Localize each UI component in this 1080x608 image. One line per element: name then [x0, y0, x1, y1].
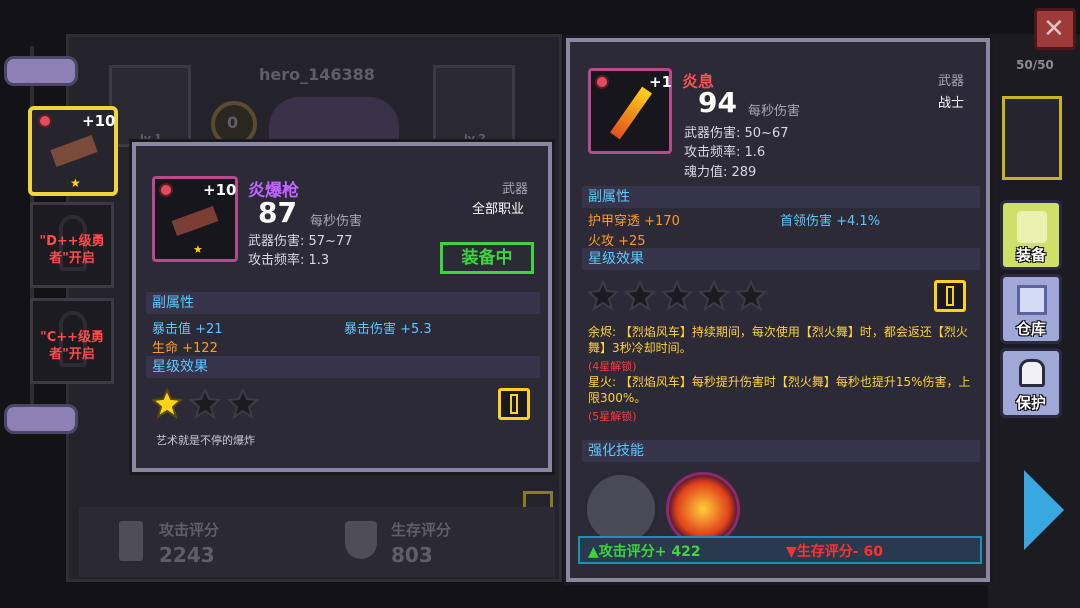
star-empty-icon: [188, 387, 222, 420]
close-icon: ✕: [1043, 14, 1065, 44]
star-effect-unlock: (4星解锁): [588, 360, 637, 373]
survive-rating-label: 生存评分: [391, 521, 452, 539]
hero-tab-locked-d[interactable]: "D++级勇者"开启: [30, 202, 114, 288]
sub-attr-header: 副属性: [146, 292, 540, 314]
gem-icon: [595, 75, 609, 89]
scroll-up-button[interactable]: [4, 56, 78, 86]
hero-avatar: [269, 97, 399, 147]
item-damage: 武器伤害: 57~77: [248, 234, 353, 249]
star-effect-header: 星级效果: [146, 356, 540, 378]
star-filled-icon: [150, 387, 184, 420]
item-plus: +1: [649, 73, 673, 91]
star-icon: ★: [70, 176, 81, 190]
fire-skill-icon[interactable]: [666, 472, 740, 546]
hero-tab-lock-text: "C++级勇者"开启: [39, 330, 105, 362]
star-empty-icon: [697, 279, 731, 312]
attack-rating-value: 2243: [159, 543, 215, 567]
gem-icon: [159, 183, 173, 197]
helmet-slot[interactable]: lv.1: [109, 65, 191, 147]
star-effect-header: 星级效果: [582, 248, 980, 270]
chest-icon: [1017, 285, 1047, 315]
star-rating: [150, 387, 262, 424]
rating-bar: 攻击评分 2243 生存评分 803: [79, 507, 555, 577]
item-dps: 87: [258, 196, 297, 229]
star-empty-icon: [660, 279, 694, 312]
level-badge-value: 0: [227, 113, 239, 132]
item-dps-label: 每秒伤害: [310, 214, 363, 229]
sub-attr: 火攻 +25: [588, 234, 646, 249]
sub-attr: 首领伤害 +4.1%: [780, 214, 881, 229]
sub-attr: 暴击值 +21: [152, 322, 223, 337]
equip-tab-label: 装备: [1015, 246, 1046, 264]
info-icon: [510, 394, 518, 414]
info-button[interactable]: [498, 388, 530, 420]
attack-change: ▲攻击评分+ 422: [588, 544, 701, 560]
lock-icon: [1019, 359, 1045, 387]
hero-tab-lock-text: "D++级勇者"开启: [39, 234, 105, 266]
equipped-item-card: +10 ★ 炎爆枪 87 每秒伤害 武器伤害: 57~77 攻击频率: 1.3 …: [132, 142, 552, 472]
item-soul: 魂力值: 289: [684, 165, 757, 180]
skill-locked-icon[interactable]: [584, 472, 658, 546]
shirt-icon: [1017, 211, 1047, 243]
item-type: 武器: [938, 74, 965, 89]
rating-change-bar: ▲攻击评分+ 422 ▼生存评分- 60: [578, 536, 982, 564]
sword-icon: [119, 521, 143, 561]
star-empty-icon: [623, 279, 657, 312]
protect-tab-button[interactable]: 保护: [1000, 348, 1062, 418]
survive-rating-value: 803: [391, 543, 433, 567]
hero-name: hero_146388: [259, 65, 375, 84]
storage-tab-label: 仓库: [1015, 320, 1046, 338]
item-plus: +10: [203, 181, 237, 199]
survive-change: ▼生存评分- 60: [786, 544, 883, 560]
item-dps: 94: [698, 86, 737, 119]
item-class: 战士: [938, 96, 965, 111]
gun-icon: [50, 135, 98, 167]
info-button[interactable]: [934, 280, 966, 312]
equip-tab-button[interactable]: 装备: [1000, 200, 1062, 270]
next-page-arrow-icon[interactable]: [1024, 470, 1064, 550]
item-icon-frame: +10 ★: [152, 176, 238, 262]
star-rating: [586, 279, 774, 316]
skill-header: 强化技能: [582, 440, 980, 462]
item-dps-label: 每秒伤害: [748, 104, 801, 119]
star-empty-icon: [734, 279, 768, 312]
star-effect-unlock: (5星解锁): [588, 410, 637, 423]
equipped-status-button: 装备中: [440, 242, 534, 274]
sub-attr-header: 副属性: [582, 186, 980, 208]
hero-tab-locked-c[interactable]: "C++级勇者"开启: [30, 298, 114, 384]
star-empty-icon: [226, 387, 260, 420]
compare-item-card: +1 炎息 94 每秒伤害 武器伤害: 50~67 攻击频率: 1.6 魂力值:…: [566, 38, 990, 582]
info-icon: [946, 286, 954, 306]
scroll-down-button[interactable]: [4, 404, 78, 434]
star-icon: ★: [193, 243, 203, 256]
item-flavor-text: 艺术就是不停的爆炸: [156, 434, 255, 447]
hero-tab-plus: +10: [82, 112, 116, 130]
gem-icon: [38, 114, 52, 128]
star-empty-icon: [586, 279, 620, 312]
necklace-slot[interactable]: lv.2: [433, 65, 515, 147]
star-effect-text: 星火: 【烈焰风车】每秒提升伤害时【烈火舞】每秒也提升15%伤害，上限300%。: [588, 375, 971, 405]
item-icon-frame: +1: [588, 68, 672, 154]
item-damage: 武器伤害: 50~67: [684, 126, 789, 141]
flame-sword-icon: [610, 86, 652, 140]
star-effect-text: 余烬: 【烈焰风车】持续期间，每次使用【烈火舞】时，都会返还【烈火舞】3秒冷却时…: [588, 325, 968, 355]
sub-attr: 护甲穿透 +170: [588, 214, 680, 229]
sub-attr: 暴击伤害 +5.3: [344, 322, 432, 337]
storage-tab-button[interactable]: 仓库: [1000, 274, 1062, 344]
sub-attr: 生命 +122: [152, 341, 218, 356]
item-rate: 攻击频率: 1.3: [248, 253, 330, 268]
shield-icon: [345, 521, 377, 559]
bag-count: 50/50: [1016, 58, 1054, 72]
attack-rating-label: 攻击评分: [159, 521, 220, 539]
level-badge: 0: [211, 101, 257, 147]
bag-item-slot[interactable]: [1002, 96, 1062, 180]
close-button[interactable]: ✕: [1034, 8, 1076, 50]
item-rate: 攻击频率: 1.6: [684, 145, 766, 160]
item-type: 武器: [502, 182, 529, 197]
protect-tab-label: 保护: [1015, 394, 1046, 412]
item-class: 全部职业: [472, 202, 525, 217]
gun-icon: [171, 205, 219, 237]
hero-tab-active[interactable]: +10 ★: [28, 106, 118, 196]
